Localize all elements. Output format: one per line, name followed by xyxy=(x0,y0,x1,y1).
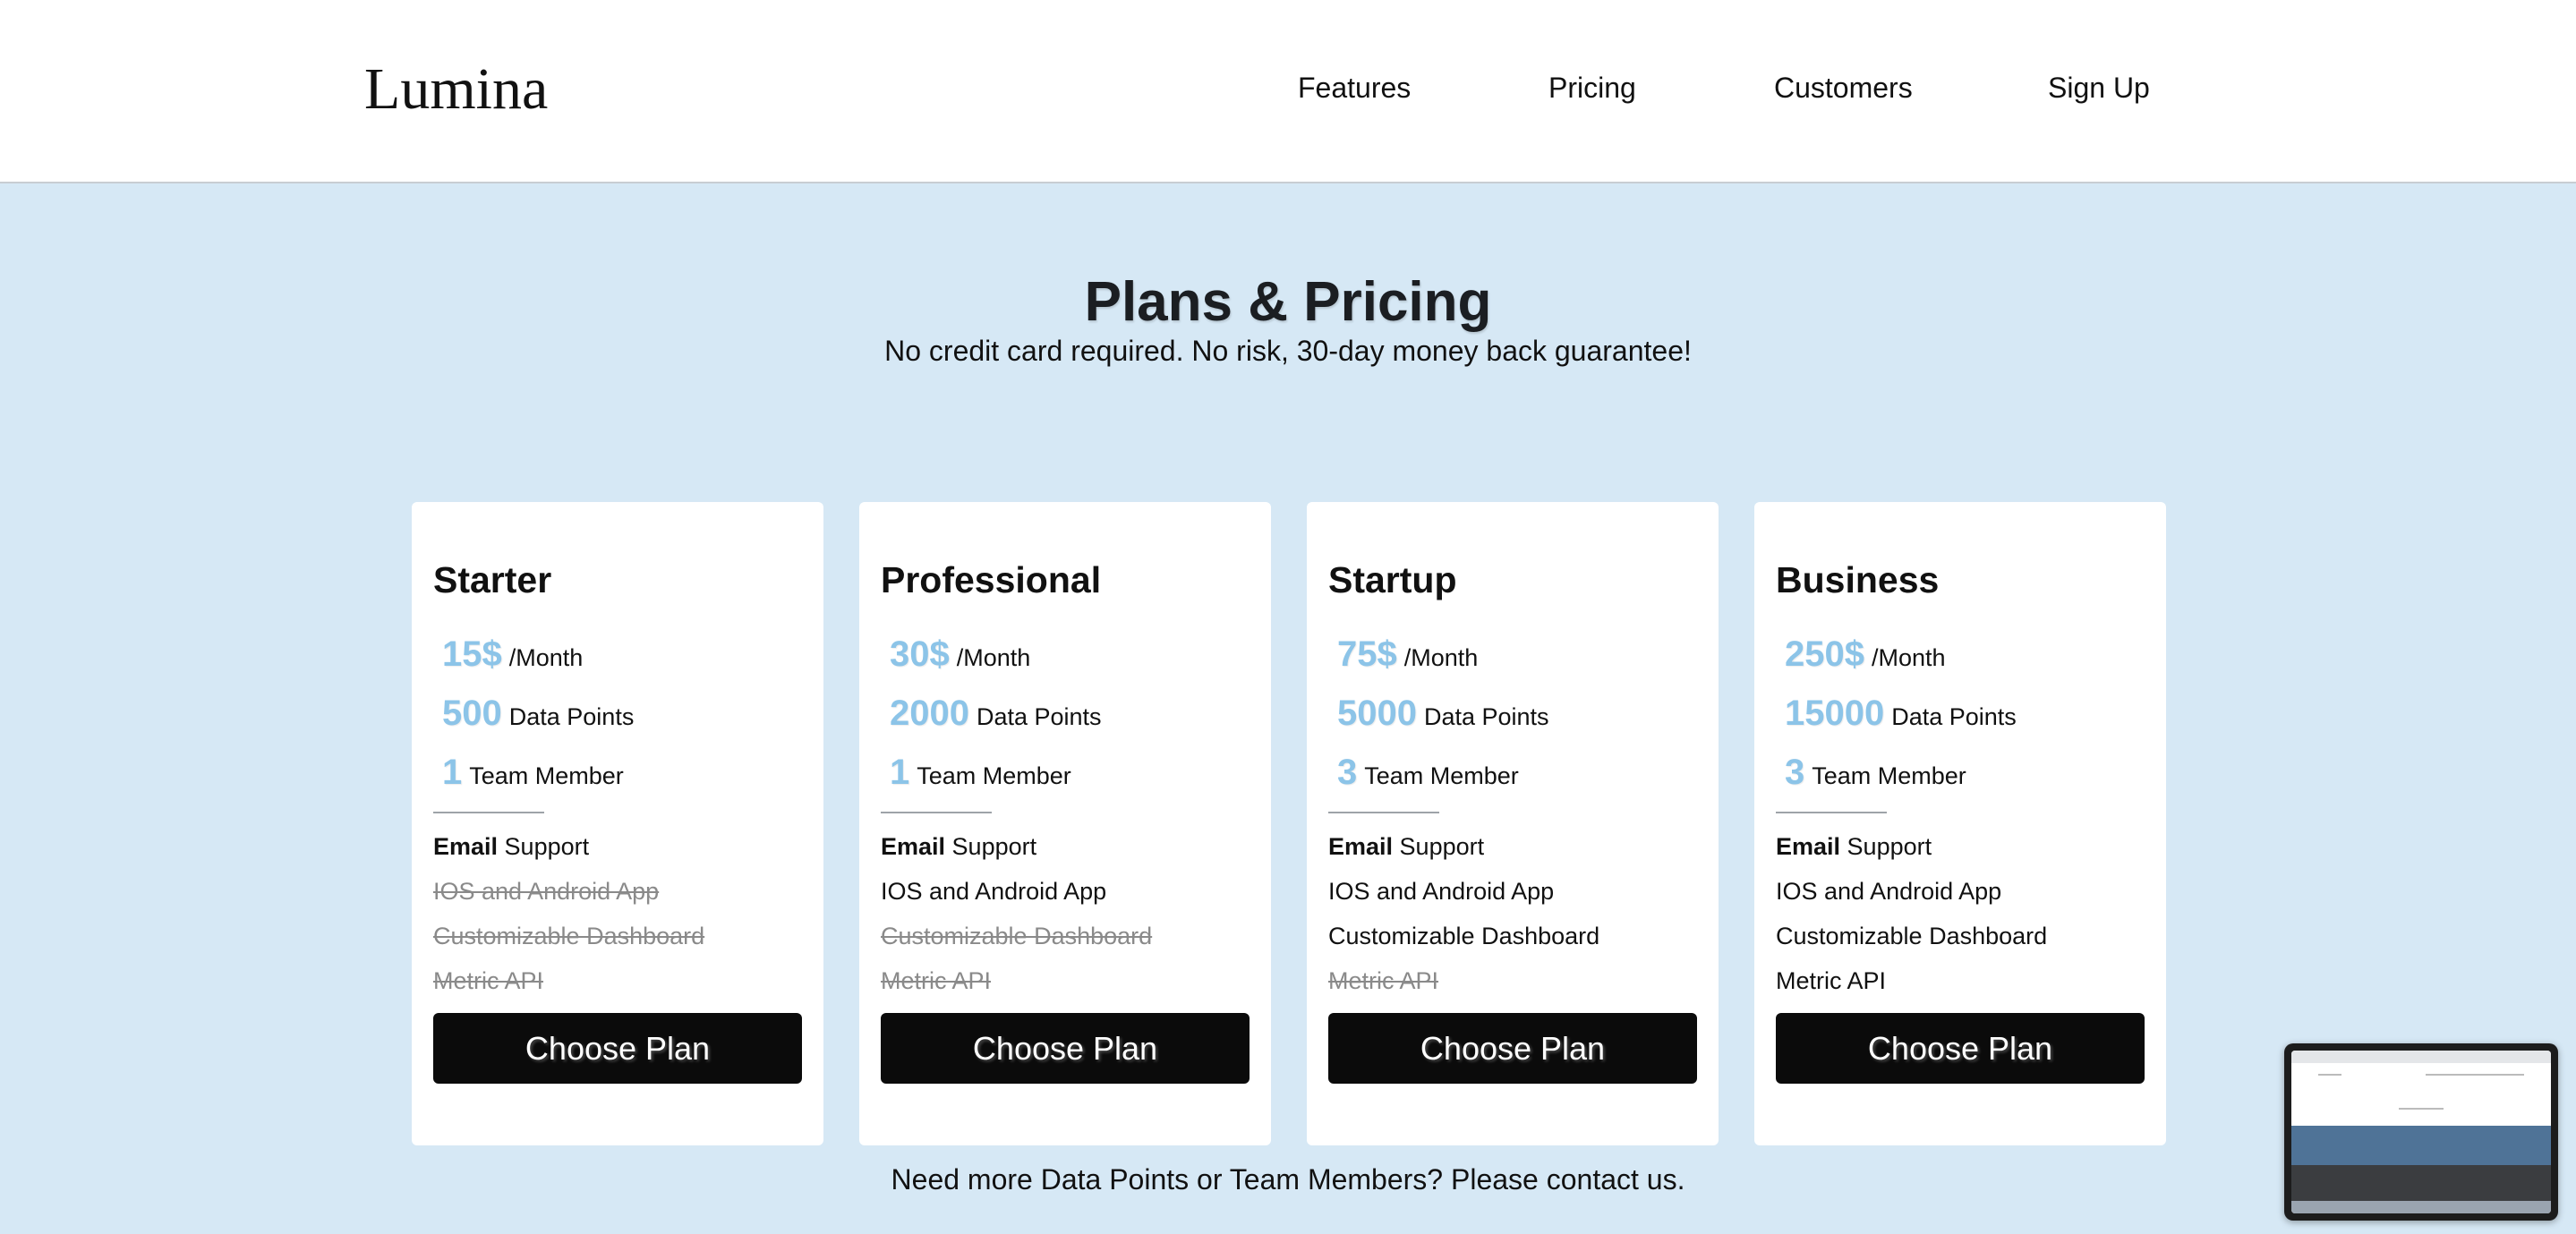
plan-name: Business xyxy=(1776,559,1940,600)
page-title: Plans & Pricing xyxy=(1084,271,1492,333)
feature-metric-api: Metric API xyxy=(881,967,992,994)
feature-email-support: Email Support xyxy=(1776,833,1932,861)
feature-dashboard: Customizable Dashboard xyxy=(433,923,705,949)
support-rest: Support xyxy=(498,833,590,860)
team-label: Team Member xyxy=(1812,762,1966,789)
support-bold: Email xyxy=(881,833,946,860)
plan-card-professional: Professional 30$/Month 2000 Data Points 1… xyxy=(859,502,1271,1145)
feature-mobile-app: IOS and Android App xyxy=(1776,878,2002,905)
nav-link-customers[interactable]: Customers xyxy=(1774,72,1913,105)
data-points-value: 15000 xyxy=(1785,694,1885,733)
plan-team: 1 Team Member xyxy=(890,753,1071,797)
price-value: 30$ xyxy=(890,634,950,674)
nav-link-pricing[interactable]: Pricing xyxy=(1548,72,1636,105)
feature-mobile-app: IOS and Android App xyxy=(433,878,660,905)
plan-card-starter: Starter 15$/Month 500 Data Points 1 Team M… xyxy=(412,502,823,1145)
price-value: 75$ xyxy=(1337,634,1397,674)
thumbnail-title-mark xyxy=(2399,1108,2444,1110)
data-points-value: 500 xyxy=(442,694,502,733)
support-bold: Email xyxy=(1776,833,1841,860)
data-points-value: 5000 xyxy=(1337,694,1417,733)
support-bold: Email xyxy=(433,833,499,860)
data-points-label: Data Points xyxy=(1891,703,2017,730)
team-value: 3 xyxy=(1785,753,1805,792)
thumbnail-blue-band xyxy=(2291,1126,2551,1165)
feature-mobile-app: IOS and Android App xyxy=(1328,878,1555,905)
feature-email-support: Email Support xyxy=(433,833,589,861)
screenshot-preview-thumbnail[interactable] xyxy=(2284,1043,2558,1221)
thumbnail-nav-mark xyxy=(2426,1074,2524,1076)
divider xyxy=(881,812,992,813)
data-points-label: Data Points xyxy=(1423,703,1549,730)
feature-dashboard: Customizable Dashboard xyxy=(1328,923,1600,949)
site-header: Lumina Features Pricing Customers Sign U… xyxy=(0,0,2576,183)
thumbnail-dock xyxy=(2291,1201,2551,1213)
plan-name: Professional xyxy=(881,559,1102,600)
price-value: 15$ xyxy=(442,634,502,674)
plan-price: 250$ /Month xyxy=(1785,634,1946,679)
page-subtitle: No credit card required. No risk, 30-day… xyxy=(884,335,1692,367)
choose-plan-button[interactable]: Choose Plan xyxy=(881,1013,1250,1084)
feature-dashboard: Customizable Dashboard xyxy=(881,923,1153,949)
nav-link-features[interactable]: Features xyxy=(1298,72,1411,105)
feature-metric-api: Metric API xyxy=(1776,967,1887,994)
plan-name: Starter xyxy=(433,559,552,600)
plan-data-points: 5000 Data Points xyxy=(1337,694,1549,738)
support-bold: Email xyxy=(1328,833,1394,860)
contact-link[interactable]: contact us xyxy=(1547,1163,1677,1196)
plan-price: 75$/Month xyxy=(1337,634,1478,679)
team-label: Team Member xyxy=(917,762,1071,789)
plan-card-business: Business 250$ /Month 15000 Data Points 3 Te… xyxy=(1754,502,2166,1145)
support-rest: Support xyxy=(945,833,1037,860)
plan-price: 30$/Month xyxy=(890,634,1030,679)
thumbnail-logo-mark xyxy=(2318,1074,2341,1076)
price-unit: /Month xyxy=(1871,644,1946,671)
support-rest: Support xyxy=(1393,833,1485,860)
contact-note-end: . xyxy=(1676,1163,1685,1196)
plan-data-points: 15000 Data Points xyxy=(1785,694,2017,738)
plan-team: 3 Team Member xyxy=(1785,753,1966,797)
feature-mobile-app: IOS and Android App xyxy=(881,878,1107,905)
plan-name: Startup xyxy=(1328,559,1457,600)
feature-metric-api: Metric API xyxy=(433,967,544,994)
feature-dashboard: Customizable Dashboard xyxy=(1776,923,2048,949)
contact-note-text: Need more Data Points or Team Members? P… xyxy=(891,1163,1547,1196)
choose-plan-button[interactable]: Choose Plan xyxy=(1328,1013,1697,1084)
plan-team: 1 Team Member xyxy=(442,753,624,797)
thumbnail-dark-band xyxy=(2291,1165,2551,1201)
divider xyxy=(433,812,544,813)
data-points-value: 2000 xyxy=(890,694,969,733)
team-value: 3 xyxy=(1337,753,1358,792)
divider xyxy=(1328,812,1439,813)
thumbnail-browser-bar xyxy=(2291,1051,2551,1063)
data-points-label: Data Points xyxy=(976,703,1102,730)
choose-plan-button[interactable]: Choose Plan xyxy=(1776,1013,2145,1084)
plan-card-startup: Startup 75$/Month 5000 Data Points 3 Team … xyxy=(1307,502,1719,1145)
divider xyxy=(1776,812,1887,813)
team-value: 1 xyxy=(890,753,910,792)
support-rest: Support xyxy=(1840,833,1932,860)
choose-plan-button[interactable]: Choose Plan xyxy=(433,1013,802,1084)
plan-price: 15$/Month xyxy=(442,634,583,679)
team-label: Team Member xyxy=(1364,762,1519,789)
data-points-label: Data Points xyxy=(508,703,635,730)
main-nav: Features Pricing Customers Sign Up xyxy=(0,72,2576,111)
nav-link-sign-up[interactable]: Sign Up xyxy=(2048,72,2150,105)
feature-email-support: Email Support xyxy=(881,833,1036,861)
feature-metric-api: Metric API xyxy=(1328,967,1439,994)
price-unit: /Month xyxy=(956,644,1031,671)
contact-note: Need more Data Points or Team Members? P… xyxy=(0,1163,2576,1196)
feature-email-support: Email Support xyxy=(1328,833,1484,861)
plan-data-points: 500 Data Points xyxy=(442,694,634,738)
plan-team: 3 Team Member xyxy=(1337,753,1519,797)
price-unit: /Month xyxy=(508,644,584,671)
price-unit: /Month xyxy=(1403,644,1479,671)
thumbnail-screen xyxy=(2291,1051,2551,1213)
plan-data-points: 2000 Data Points xyxy=(890,694,1102,738)
price-value: 250$ xyxy=(1785,634,1864,674)
team-value: 1 xyxy=(442,753,463,792)
team-label: Team Member xyxy=(469,762,624,789)
